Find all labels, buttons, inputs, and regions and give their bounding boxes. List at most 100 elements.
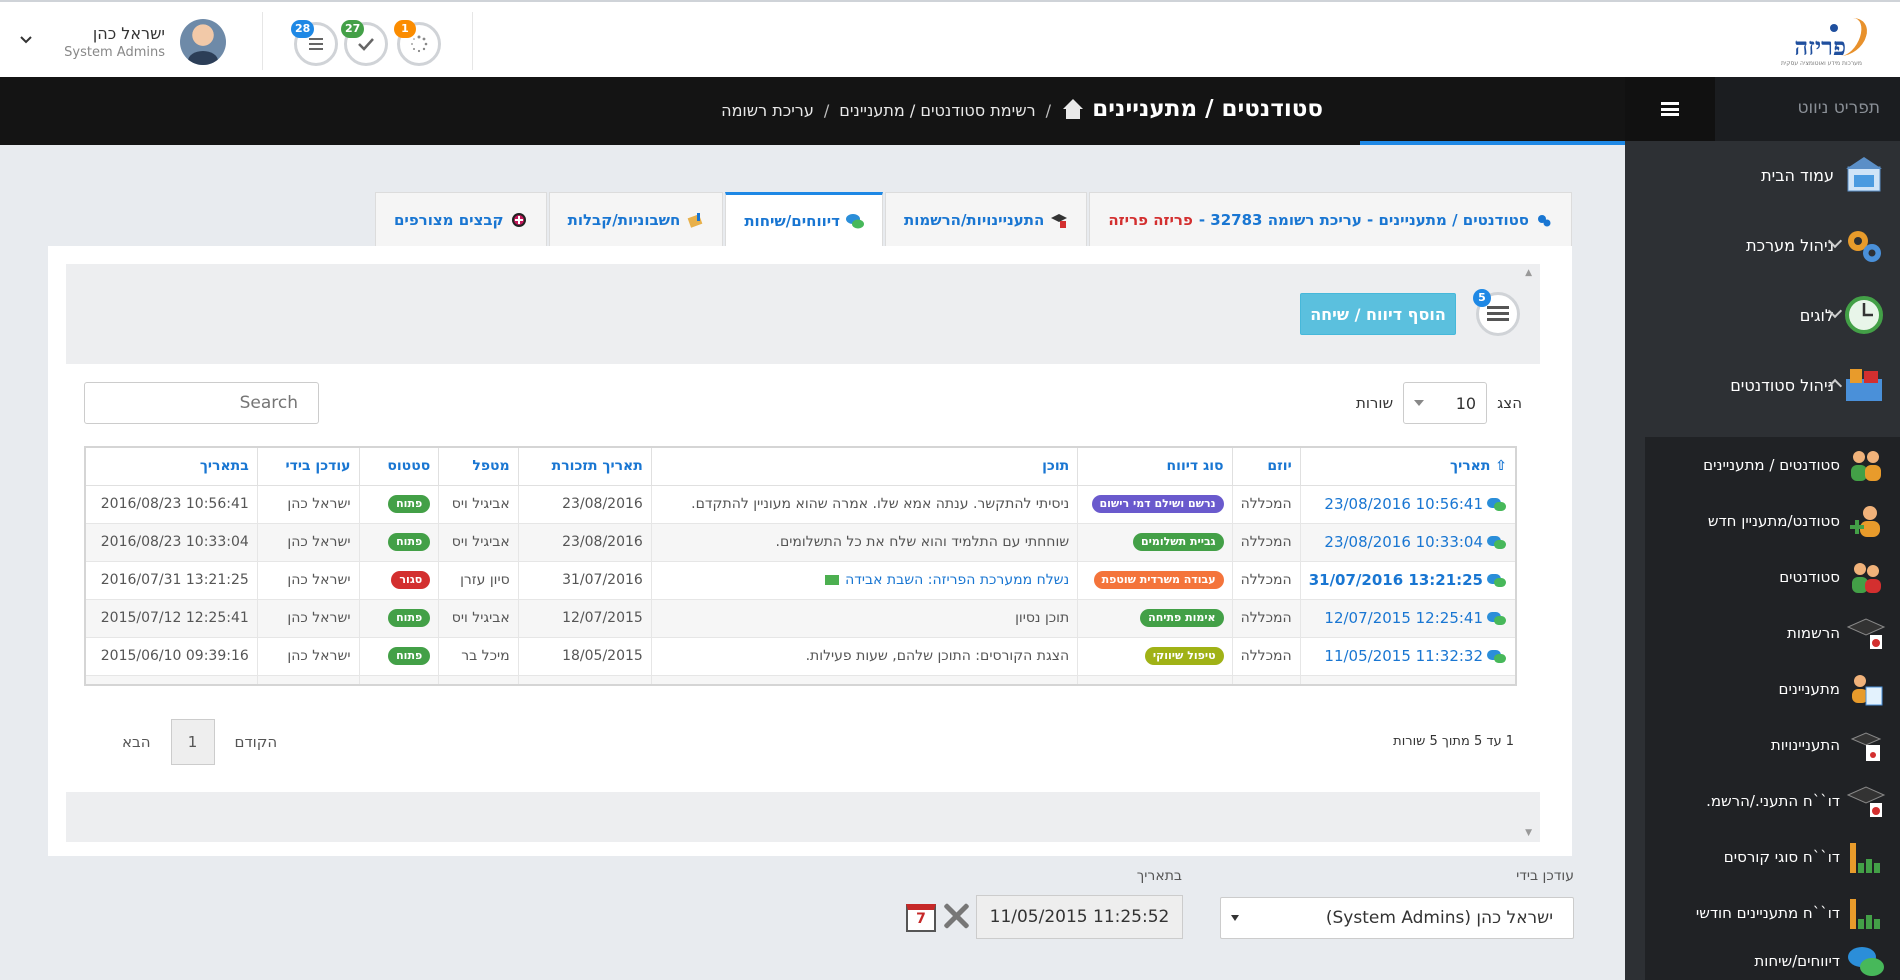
notification-tasks[interactable]: 1 bbox=[394, 20, 441, 66]
breadcrumb-item[interactable]: רשימת סטודנטים / מתעניינים bbox=[839, 101, 1035, 120]
sidebar-subitem-students[interactable]: סטודנטים bbox=[1648, 549, 1900, 605]
table-row[interactable]: 11/05/2015 11:32:32 המכללה טיפול שיווקי הצג… bbox=[84, 636, 1517, 676]
breadcrumb: / רשימת סטודנטים / מתעניינים / עריכת רשו… bbox=[721, 99, 1085, 121]
column-header-updated-by[interactable]: עודכן בידי bbox=[256, 446, 360, 486]
updated-at-text: 2015/06/10 09:39:16 bbox=[100, 648, 249, 664]
menu-toggle-button[interactable] bbox=[1625, 77, 1715, 141]
home-icon[interactable] bbox=[1061, 99, 1085, 121]
column-header-updated-at[interactable]: בתאריך bbox=[84, 446, 258, 486]
updated-by-select[interactable]: ישראל כהן (System Admins) bbox=[1220, 897, 1574, 939]
column-header-content[interactable]: תוכן bbox=[650, 446, 1079, 486]
updated-at-field[interactable]: 11/05/2015 11:25:52 bbox=[976, 895, 1183, 939]
plus-circle-icon bbox=[510, 211, 528, 229]
calendar-icon[interactable]: 7 bbox=[906, 904, 936, 932]
status-badge: פתוח bbox=[388, 495, 431, 513]
page-length-select[interactable]: 10 bbox=[1403, 382, 1488, 424]
filler-cell bbox=[1231, 674, 1301, 686]
table-filler-row bbox=[84, 674, 1517, 686]
status-badge: פתוח bbox=[388, 647, 431, 665]
chevron-down-icon[interactable] bbox=[20, 32, 32, 48]
sidebar-item-students[interactable]: ניהול סטודנטים bbox=[1625, 352, 1900, 418]
chat-icon bbox=[1487, 536, 1507, 550]
sidebar-item-home[interactable]: עמוד הבית bbox=[1625, 142, 1900, 208]
tab-reports-calls[interactable]: דיווחים/שיחות bbox=[725, 192, 883, 246]
table-row[interactable]: 23/08/2016 10:56:41 המכללה נרשם ושילם דמי … bbox=[84, 484, 1517, 524]
sidebar-subitem-new-student[interactable]: סטודנט/מתעניין חדש bbox=[1648, 493, 1900, 549]
content-text: הצגת הקורסים: התוכן שלהם, שעות פעילות. bbox=[805, 648, 1070, 664]
updated-at-text: 2016/08/23 10:56:41 bbox=[100, 496, 249, 512]
sidebar-item-system[interactable]: ניהול מערכת bbox=[1625, 212, 1900, 278]
sort-asc-icon: ⇧ bbox=[1495, 458, 1507, 475]
sidebar-subitem-label: דיווחים/שיחות bbox=[1754, 951, 1840, 970]
check-icon bbox=[358, 38, 374, 51]
column-header-handler[interactable]: מטפל bbox=[438, 446, 519, 486]
sidebar: תפריט ניווט עמוד הבית ניהול מערכת לוגים … bbox=[1625, 77, 1900, 980]
date-link[interactable]: 11/05/2015 11:32:32 bbox=[1324, 647, 1483, 665]
cell-updated-by: ישראל כהן bbox=[256, 484, 360, 524]
sidebar-subitem-registrations[interactable]: הרשמות bbox=[1648, 605, 1900, 661]
graduation-cap-icon bbox=[1050, 211, 1068, 229]
pagination-page[interactable]: 1 bbox=[170, 719, 215, 765]
cell-handler: אביגיל ויס bbox=[438, 598, 519, 638]
table-row[interactable]: 23/08/2016 10:33:04 המכללה גביית תשלומים שו… bbox=[84, 522, 1517, 562]
add-report-button[interactable]: הוסף דיווח / שיחה bbox=[1300, 293, 1456, 335]
tab-invoices[interactable]: חשבוניות/קבלות bbox=[548, 192, 724, 246]
app-logo[interactable]: פריזה מערכות מידע ואוטומציה עסקית bbox=[1774, 16, 1874, 67]
tab-interests[interactable]: התעניינויות/הרשמות bbox=[884, 192, 1088, 246]
report-type-badge: נרשם ושילם דמי רישום bbox=[1091, 495, 1224, 513]
date-link[interactable]: 23/08/2016 10:33:04 bbox=[1324, 533, 1483, 551]
sidebar-subitem-inquiries[interactable]: התעניינויות bbox=[1648, 717, 1900, 773]
tab-attachments[interactable]: קבצים מצורפים bbox=[374, 192, 547, 246]
cell-status: פתוח bbox=[358, 598, 440, 638]
cell-date[interactable]: 12/07/2015 12:25:41 bbox=[1299, 598, 1517, 638]
sidebar-item-label: ניהול מערכת bbox=[1746, 235, 1834, 255]
table-row[interactable]: 12/07/2015 12:25:41 המכללה אימות פתיחה תוכן… bbox=[84, 598, 1517, 638]
sidebar-subitem-report-interest[interactable]: דו``ח התעני./הרשמ. bbox=[1648, 773, 1900, 829]
cell-date[interactable]: 23/08/2016 10:33:04 bbox=[1299, 522, 1517, 562]
column-header-reminder[interactable]: תאריך תזכורת bbox=[517, 446, 652, 486]
table-info: 1 עד 5 מתוך 5 שורות bbox=[1393, 734, 1514, 749]
scroll-down-arrow[interactable]: ▼ bbox=[1525, 828, 1532, 838]
column-header-status[interactable]: סטטוס bbox=[358, 446, 440, 486]
reports-list-button[interactable]: 5 bbox=[1473, 289, 1520, 336]
cell-handler: סיון עזרן bbox=[438, 560, 519, 600]
column-header-initiator[interactable]: יוזם bbox=[1231, 446, 1301, 486]
pagination-next[interactable]: הבא bbox=[102, 733, 171, 751]
sidebar-subitem-students-interested[interactable]: סטודנטים / מתעניינים bbox=[1648, 437, 1900, 493]
date-link[interactable]: 23/08/2016 10:56:41 bbox=[1324, 495, 1483, 513]
user-name[interactable]: ישראל כהן bbox=[93, 24, 165, 43]
content-text: תוכן נסיון bbox=[1015, 610, 1070, 626]
scroll-up-arrow[interactable]: ▲ bbox=[1525, 268, 1532, 278]
tab-record-edit[interactable]: סטודנטים / מתעניינים - עריכת רשומה 32783… bbox=[1089, 192, 1572, 246]
cell-reminder: 12/07/2015 bbox=[517, 598, 652, 638]
date-link[interactable]: 12/07/2015 12:25:41 bbox=[1324, 609, 1483, 627]
cell-date[interactable]: 31/07/2016 13:21:25 bbox=[1299, 560, 1517, 600]
table-row[interactable]: 31/07/2016 13:21:25 המכללה עבודה משרדית שו… bbox=[84, 560, 1517, 600]
page-length-control: הצג 10 שורות bbox=[1356, 382, 1522, 424]
cell-date[interactable]: 23/08/2016 10:56:41 bbox=[1299, 484, 1517, 524]
tab-label: קבצים מצורפים bbox=[393, 210, 504, 229]
report-type-badge: טיפול שיווקי bbox=[1144, 647, 1224, 665]
people-group-icon bbox=[1851, 451, 1881, 481]
cell-updated-by: ישראל כהן bbox=[256, 598, 360, 638]
sidebar-subitem-reports-calls[interactable]: דיווחים/שיחות bbox=[1648, 941, 1900, 980]
sidebar-item-logs[interactable]: לוגים bbox=[1625, 282, 1900, 348]
filler-cell bbox=[650, 674, 1079, 686]
header-divider bbox=[472, 12, 473, 70]
clear-date-icon[interactable] bbox=[940, 900, 972, 932]
pagination-prev[interactable]: הקודם bbox=[215, 733, 298, 751]
reports-count-badge: 5 bbox=[1473, 289, 1491, 307]
notification-messages[interactable]: 28 bbox=[291, 20, 338, 66]
date-link[interactable]: 31/07/2016 13:21:25 bbox=[1309, 571, 1483, 589]
cell-date[interactable]: 11/05/2015 11:32:32 bbox=[1299, 636, 1517, 676]
cell-type: אימות פתיחה bbox=[1077, 598, 1233, 638]
sidebar-subitem-report-courses[interactable]: דו``ח סוגי קורסים bbox=[1648, 829, 1900, 885]
avatar[interactable] bbox=[180, 19, 226, 65]
sidebar-subitem-interested[interactable]: מתעניינים bbox=[1648, 661, 1900, 717]
notification-approvals[interactable]: 27 bbox=[341, 20, 388, 66]
sidebar-subitem-report-monthly[interactable]: דו``ח מתעניינים חודשי bbox=[1648, 885, 1900, 941]
status-badge: פתוח bbox=[388, 533, 431, 551]
column-header-date[interactable]: ⇧ תאריך bbox=[1299, 446, 1517, 486]
column-header-type[interactable]: סוג דיווח bbox=[1077, 446, 1233, 486]
search-input[interactable] bbox=[84, 382, 319, 424]
